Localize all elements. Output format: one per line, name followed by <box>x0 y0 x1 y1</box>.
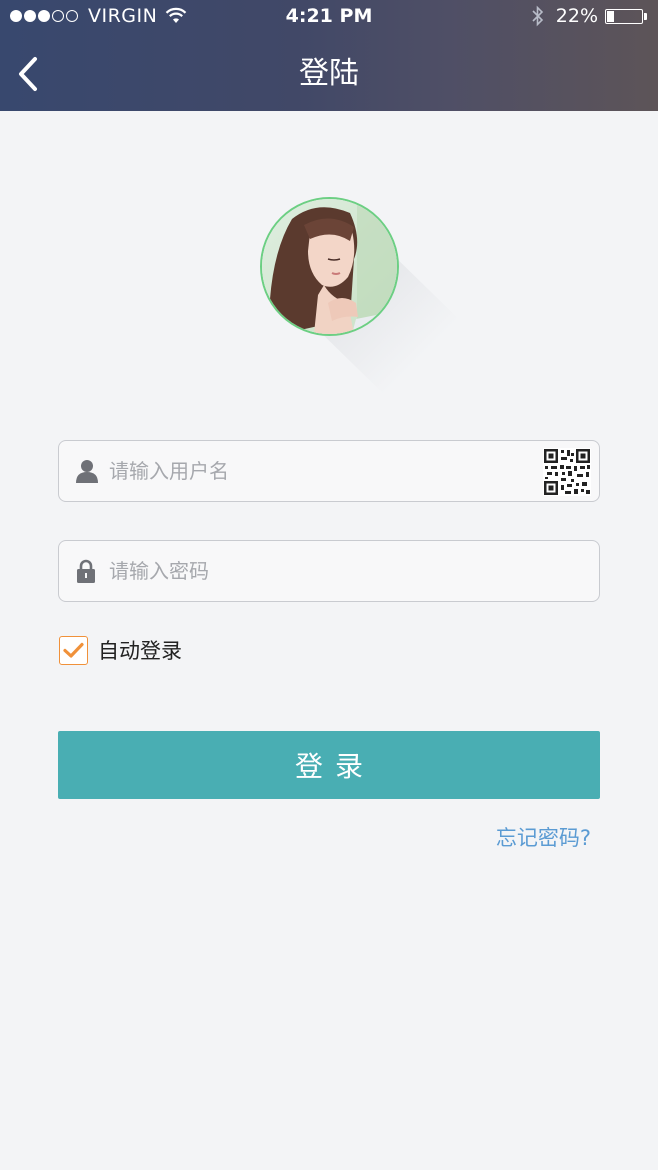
username-field[interactable] <box>58 440 600 502</box>
auto-login-label[interactable]: 自动登录 <box>98 634 182 668</box>
qr-code-icon[interactable] <box>543 448 591 496</box>
checkmark-icon <box>63 642 84 658</box>
password-field[interactable] <box>58 540 600 602</box>
lock-icon <box>77 559 95 583</box>
battery-fill <box>607 10 615 22</box>
page-title: 登陆 <box>299 56 359 91</box>
bluetooth-icon <box>532 5 543 27</box>
avatar[interactable] <box>260 197 399 336</box>
battery-icon <box>605 8 643 24</box>
status-right: 22% <box>532 5 647 27</box>
navigation-header: VIRGIN 4:21 PM 22% 登陆 <box>0 0 658 111</box>
avatar-photo <box>262 199 397 334</box>
battery-tip <box>644 12 647 20</box>
login-button[interactable]: 登录 <box>58 731 600 799</box>
username-input[interactable] <box>109 449 539 493</box>
user-icon <box>76 460 98 483</box>
password-input[interactable] <box>109 549 539 593</box>
battery-percent: 22% <box>555 5 598 27</box>
forgot-password-link[interactable]: 忘记密码? <box>496 822 591 854</box>
login-button-label: 登录 <box>294 750 375 783</box>
status-bar: VIRGIN 4:21 PM 22% <box>0 0 658 36</box>
auto-login-checkbox[interactable] <box>59 636 88 665</box>
